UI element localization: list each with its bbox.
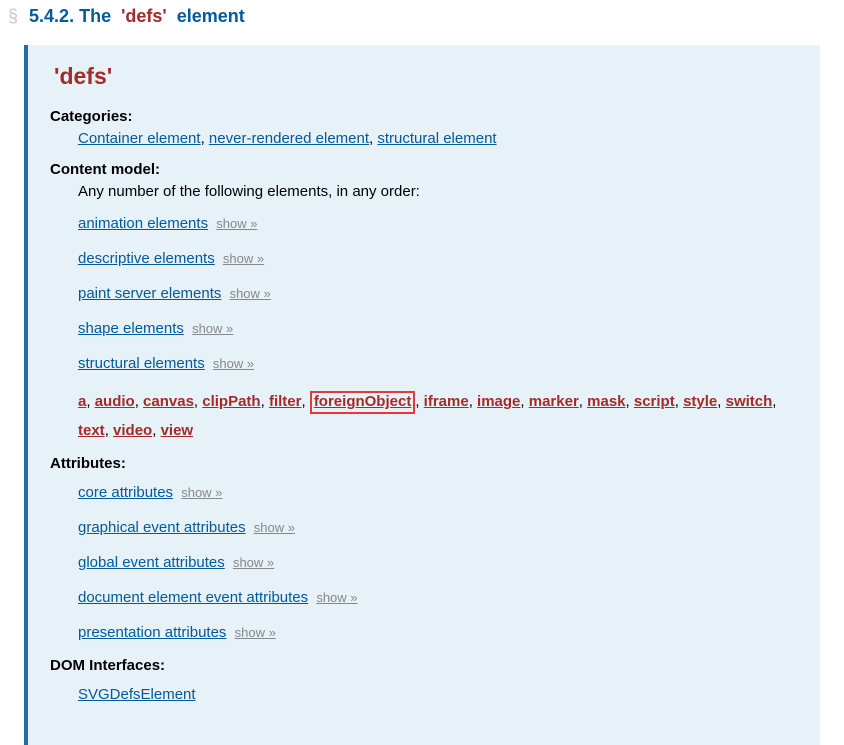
attribute-groups-list: core attributes show »graphical event at… bbox=[78, 482, 798, 643]
content-model-intro: Any number of the following elements, in… bbox=[78, 181, 798, 204]
show-toggle[interactable]: show » bbox=[192, 321, 233, 336]
highlighted-element: foreignObject bbox=[310, 391, 416, 414]
inline-element-link[interactable]: script bbox=[634, 393, 675, 410]
attribute-group-item: global event attributes show » bbox=[78, 552, 798, 573]
section-heading: § 5.4.2. The 'defs' element bbox=[0, 0, 844, 27]
attribute-group-item: presentation attributes show » bbox=[78, 622, 798, 643]
element-group-item: structural elements show » bbox=[78, 353, 798, 374]
attribute-group-link[interactable]: presentation attributes bbox=[78, 624, 226, 641]
show-toggle[interactable]: show » bbox=[316, 590, 357, 605]
element-group-item: shape elements show » bbox=[78, 318, 798, 339]
categories-list: Container element, never-rendered elemen… bbox=[78, 128, 798, 151]
inline-element-link[interactable]: image bbox=[477, 393, 520, 410]
attribute-group-link[interactable]: core attributes bbox=[78, 484, 173, 501]
dom-interface-link[interactable]: SVGDefsElement bbox=[78, 686, 196, 703]
inline-element-link[interactable]: marker bbox=[529, 393, 579, 410]
attribute-group-link[interactable]: document element event attributes bbox=[78, 589, 308, 606]
show-toggle[interactable]: show » bbox=[223, 251, 264, 266]
inline-element-link[interactable]: foreignObject bbox=[314, 393, 412, 410]
inline-element-link[interactable]: mask bbox=[587, 393, 625, 410]
show-toggle[interactable]: show » bbox=[216, 216, 257, 231]
show-toggle[interactable]: show » bbox=[235, 625, 276, 640]
inline-element-link[interactable]: switch bbox=[726, 393, 773, 410]
element-panel: 'defs' Categories: Container element, ne… bbox=[24, 45, 820, 745]
element-group-link[interactable]: paint server elements bbox=[78, 285, 221, 302]
inline-element-link[interactable]: view bbox=[161, 422, 194, 439]
inline-element-link[interactable]: audio bbox=[95, 393, 135, 410]
inline-element-link[interactable]: video bbox=[113, 422, 152, 439]
attribute-group-item: document element event attributes show » bbox=[78, 587, 798, 608]
element-group-item: descriptive elements show » bbox=[78, 248, 798, 269]
content-model-label: Content model: bbox=[50, 161, 798, 178]
show-toggle[interactable]: show » bbox=[230, 286, 271, 301]
categories-label: Categories: bbox=[50, 108, 798, 125]
element-group-link[interactable]: structural elements bbox=[78, 355, 205, 372]
inline-element-link[interactable]: style bbox=[683, 393, 717, 410]
category-link[interactable]: Container element bbox=[78, 130, 201, 147]
inline-element-link[interactable]: canvas bbox=[143, 393, 194, 410]
panel-title: 'defs' bbox=[54, 63, 798, 90]
element-group-item: animation elements show » bbox=[78, 213, 798, 234]
inline-element-link[interactable]: clipPath bbox=[202, 393, 260, 410]
attribute-group-item: graphical event attributes show » bbox=[78, 517, 798, 538]
heading-number: 5.4.2. bbox=[29, 6, 74, 26]
dom-interfaces-list: SVGDefsElement bbox=[78, 684, 798, 705]
heading-prefix: The bbox=[79, 6, 111, 26]
element-group-link[interactable]: descriptive elements bbox=[78, 250, 215, 267]
attribute-group-link[interactable]: global event attributes bbox=[78, 554, 225, 571]
element-group-link[interactable]: shape elements bbox=[78, 320, 184, 337]
show-toggle[interactable]: show » bbox=[233, 555, 274, 570]
heading-quoted: 'defs' bbox=[121, 6, 167, 26]
inline-elements-line: a, audio, canvas, clipPath, filter, fore… bbox=[78, 388, 798, 445]
element-group-link[interactable]: animation elements bbox=[78, 215, 208, 232]
show-toggle[interactable]: show » bbox=[213, 356, 254, 371]
element-group-item: paint server elements show » bbox=[78, 283, 798, 304]
anchor-icon[interactable]: § bbox=[8, 6, 18, 26]
category-link[interactable]: structural element bbox=[377, 130, 496, 147]
element-groups-list: animation elements show »descriptive ele… bbox=[78, 213, 798, 374]
show-toggle[interactable]: show » bbox=[181, 485, 222, 500]
show-toggle[interactable]: show » bbox=[254, 520, 295, 535]
inline-element-link[interactable]: iframe bbox=[424, 393, 469, 410]
attribute-group-link[interactable]: graphical event attributes bbox=[78, 519, 246, 536]
attribute-group-item: core attributes show » bbox=[78, 482, 798, 503]
inline-element-link[interactable]: text bbox=[78, 422, 105, 439]
inline-element-link[interactable]: filter bbox=[269, 393, 302, 410]
heading-suffix: element bbox=[177, 6, 245, 26]
category-link[interactable]: never-rendered element bbox=[209, 130, 369, 147]
dom-interfaces-label: DOM Interfaces: bbox=[50, 657, 798, 674]
attributes-label: Attributes: bbox=[50, 455, 798, 472]
dom-interface-item: SVGDefsElement bbox=[78, 684, 798, 705]
